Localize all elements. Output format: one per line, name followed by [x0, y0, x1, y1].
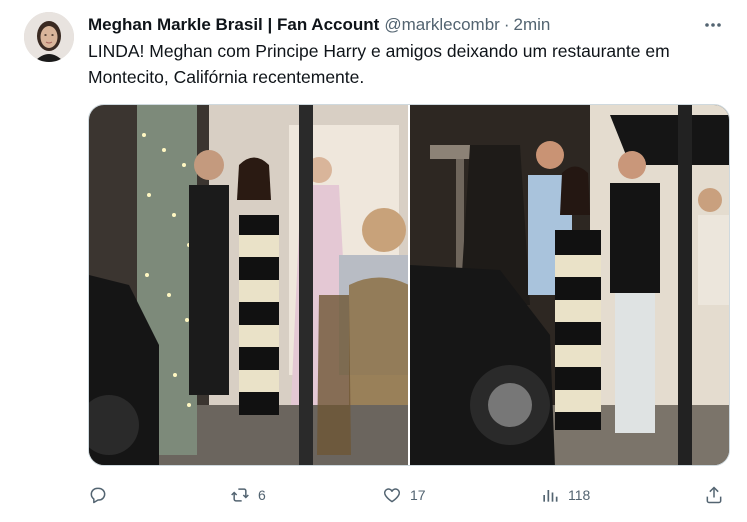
more-options-button[interactable] [699, 13, 727, 37]
tweet-card[interactable]: Meghan Markle Brasil | Fan Account @mark… [0, 0, 747, 522]
user-handle[interactable]: @marklecombr [384, 15, 500, 35]
more-icon [705, 23, 721, 27]
photo-1[interactable] [89, 105, 408, 465]
reply-button[interactable] [88, 482, 116, 508]
timestamp[interactable]: 2min [513, 15, 550, 35]
views-button[interactable]: 118 [540, 482, 590, 508]
like-count: 17 [410, 487, 426, 503]
like-button[interactable]: 17 [382, 482, 426, 508]
reply-icon [90, 487, 106, 504]
share-icon [706, 486, 722, 504]
retweet-button[interactable]: 6 [230, 482, 266, 508]
views-icon [543, 490, 558, 502]
retweet-count: 6 [258, 487, 266, 503]
views-count: 118 [568, 487, 591, 503]
tweet-text: LINDA! Meghan com Principe Harry e amigo… [88, 41, 670, 87]
display-name[interactable]: Meghan Markle Brasil | Fan Account [88, 15, 379, 35]
avatar[interactable] [24, 12, 74, 62]
photo-2[interactable] [410, 105, 729, 465]
retweet-icon [231, 488, 249, 502]
separator-dot: · [503, 15, 510, 34]
tweet-header: Meghan Markle Brasil | Fan Account @mark… [88, 13, 727, 37]
media-grid [88, 104, 730, 466]
share-button[interactable] [704, 482, 724, 508]
action-bar: 6 17 118 [88, 482, 727, 508]
like-icon [383, 488, 401, 503]
